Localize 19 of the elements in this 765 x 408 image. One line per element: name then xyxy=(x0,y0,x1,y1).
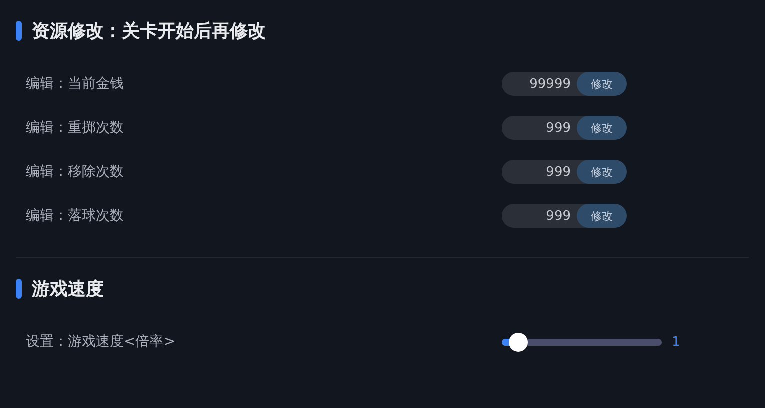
setting-label: 设置：游戏速度<倍率> xyxy=(26,333,176,351)
slider-value: 1 xyxy=(672,334,680,350)
setting-label: 编辑：重掷次数 xyxy=(26,119,125,137)
number-field[interactable]: 999 修改 xyxy=(502,116,627,140)
modify-button[interactable]: 修改 xyxy=(577,72,627,96)
section-title: 游戏速度 xyxy=(32,278,104,301)
setting-label: 编辑：落球次数 xyxy=(26,207,125,225)
number-field[interactable]: 999 修改 xyxy=(502,160,627,184)
modify-button[interactable]: 修改 xyxy=(577,204,627,228)
number-field[interactable]: 99999 修改 xyxy=(502,72,627,96)
section-marker xyxy=(16,21,22,41)
number-field[interactable]: 999 修改 xyxy=(502,204,627,228)
modify-button[interactable]: 修改 xyxy=(577,116,627,140)
modify-button[interactable]: 修改 xyxy=(577,160,627,184)
setting-label: 编辑：当前金钱 xyxy=(26,75,125,93)
slider-thumb[interactable] xyxy=(509,332,528,352)
section-title: 资源修改：关卡开始后再修改 xyxy=(32,20,266,43)
section-marker xyxy=(16,279,22,299)
setting-label: 编辑：移除次数 xyxy=(26,163,125,181)
